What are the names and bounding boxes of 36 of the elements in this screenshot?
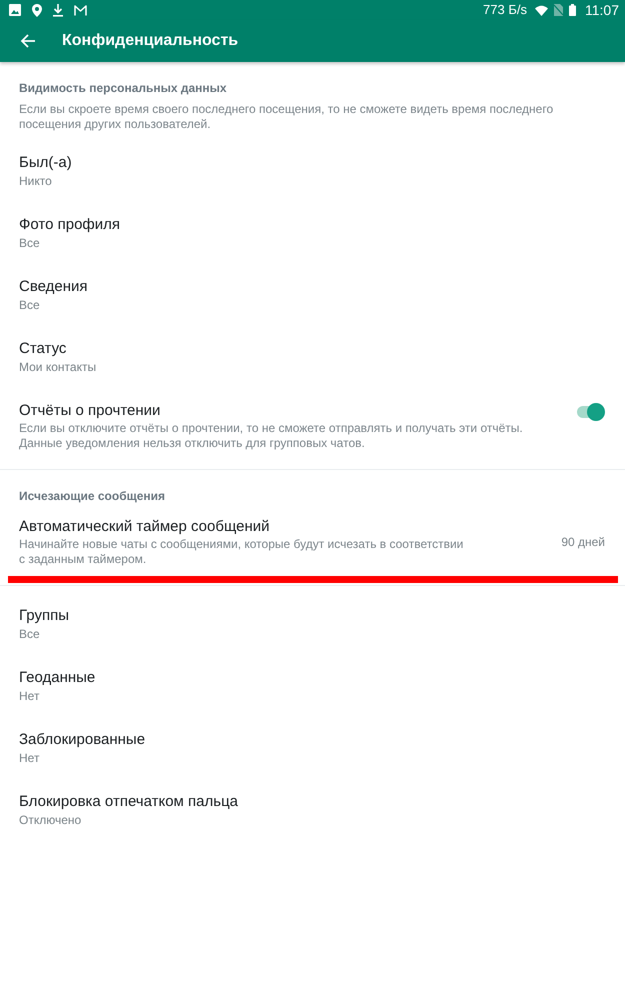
setting-value: Нет [19,751,40,766]
screen-title: Конфиденциальность [62,31,238,51]
setting-title[interactable]: Был(-а) [19,153,605,172]
back-arrow-icon [20,33,36,49]
setting-description: Если вы отключите отчёты о прочтении, то не сможете отправлять и получать эти отчёты. Данные уведомления нельзя отключить для групповых чатов. [19,421,524,451]
network-speed: 773 Б/s [483,2,527,18]
setting-title[interactable]: Группы [19,606,605,625]
setting-description: Начинайте новые чаты с сообщениями, которые будут исчезать в соответствии с заданным таймером. [19,537,464,567]
setting-value: Все [19,236,41,251]
image-icon [9,4,21,16]
location-pin-icon [32,4,42,16]
setting-value: Нет [19,689,40,704]
setting-value: Отключено [19,813,82,828]
toggle-switch[interactable] [575,402,605,422]
setting-value: Все [19,627,41,642]
wifi-icon [535,4,548,16]
section-header: Видимость персональных данных [18,80,228,96]
setting-value: Все [19,298,41,313]
section-description: Если вы скроете время своего последнего посещения, то не сможете видеть время последнего посещения других пользователей. [18,102,554,131]
setting-title[interactable]: Геоданные [19,668,605,687]
setting-title[interactable]: Блокировка отпечатком пальца [19,792,605,811]
setting-title[interactable]: Автоматический таймер сообщений [19,517,466,536]
setting-title[interactable]: Статус [19,339,605,358]
setting-title[interactable]: Заблокированные [19,730,605,749]
download-icon [53,4,63,16]
mail-logo-icon [74,4,87,16]
clock-time: 11:07 [585,2,619,18]
setting-title[interactable]: Отчёты о прочтении [19,401,549,420]
section-header: Исчезающие сообщения [18,488,166,504]
setting-title[interactable]: Фото профиля [19,215,605,234]
battery-icon [569,4,576,16]
setting-value: Никто [19,174,53,189]
setting-title[interactable]: Сведения [19,277,605,296]
no-sim-icon [554,4,563,16]
setting-value: Мои контакты [19,360,98,375]
setting-value: 90 дней [561,534,605,550]
